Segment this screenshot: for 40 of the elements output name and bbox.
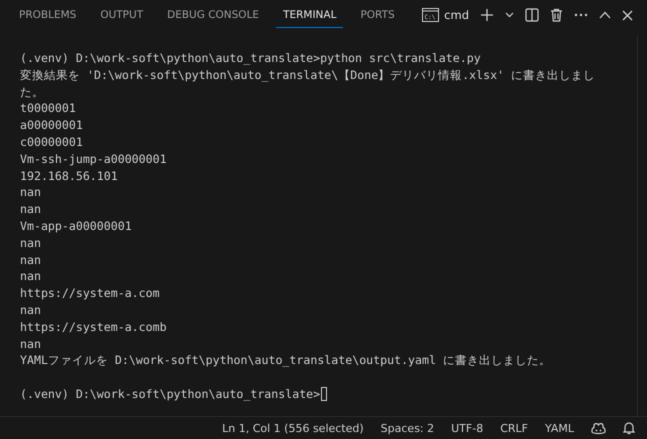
terminal-line: Vm-app-a00000001 <box>20 218 133 235</box>
split-icon[interactable] <box>525 8 539 22</box>
terminal-line: nan <box>20 252 42 268</box>
status-item[interactable]: Ln 1, Col 1 (556 selected) <box>222 422 364 434</box>
panel-tab[interactable]: TERMINAL <box>276 2 344 28</box>
trash-icon[interactable] <box>550 8 563 22</box>
terminal-line: https://system-a.com <box>20 285 161 302</box>
terminal-line: 192.168.56.101 <box>20 168 119 184</box>
robot-face-icon[interactable] <box>591 422 606 434</box>
more-icon[interactable] <box>574 13 588 17</box>
text-cursor <box>321 387 328 402</box>
panel-tab[interactable]: PORTS <box>353 2 402 28</box>
chevron-down-icon[interactable] <box>505 12 514 18</box>
terminal-line: Vm-ssh-jump-a00000001 <box>20 150 168 168</box>
status-item[interactable]: YAML <box>544 422 574 434</box>
terminal-line: 変換結果を 'D:\work-soft\python\auto_translate\【Done】デリバリ情報.xlsx' に書き出しました。 <box>20 66 596 100</box>
bell-icon[interactable] <box>623 421 635 435</box>
terminal-line: nan <box>20 201 42 218</box>
close-icon[interactable] <box>622 10 633 20</box>
plus-icon[interactable] <box>480 8 494 22</box>
status-item[interactable]: CRLF <box>500 422 528 434</box>
panel-tab[interactable]: PROBLEMS <box>12 2 84 28</box>
terminal-line: https://system-a.comb <box>20 318 168 336</box>
status-item[interactable]: Spaces: 2 <box>380 422 434 434</box>
panel-tab[interactable]: OUTPUT <box>93 2 150 28</box>
terminal-line: nan <box>20 234 42 252</box>
terminal-line: nan <box>20 302 42 319</box>
panel-tab[interactable]: DEBUG CONSOLE <box>160 2 266 28</box>
terminal-line: a00000001 <box>20 117 84 134</box>
terminal-line: nan <box>20 268 42 286</box>
chevron-up-icon[interactable] <box>599 11 611 19</box>
terminal-line: nan <box>20 336 42 352</box>
terminal-line: nan <box>20 184 42 202</box>
terminal-line: t0000001 <box>20 100 77 118</box>
terminal-name[interactable]: cmd <box>444 8 469 22</box>
terminal-prompt: (.venv) D:\work-soft\python\auto_translate> <box>20 386 320 403</box>
terminal-line: (.venv) D:\work-soft\python\auto_translate>python src\translate.py <box>20 50 482 67</box>
terminal-line: c00000001 <box>20 134 84 151</box>
terminal-line: YAMLファイルを D:\work-soft\python\auto_translate\output.yaml に書き出しました。 <box>20 352 552 370</box>
status-item[interactable]: UTF-8 <box>451 422 484 434</box>
